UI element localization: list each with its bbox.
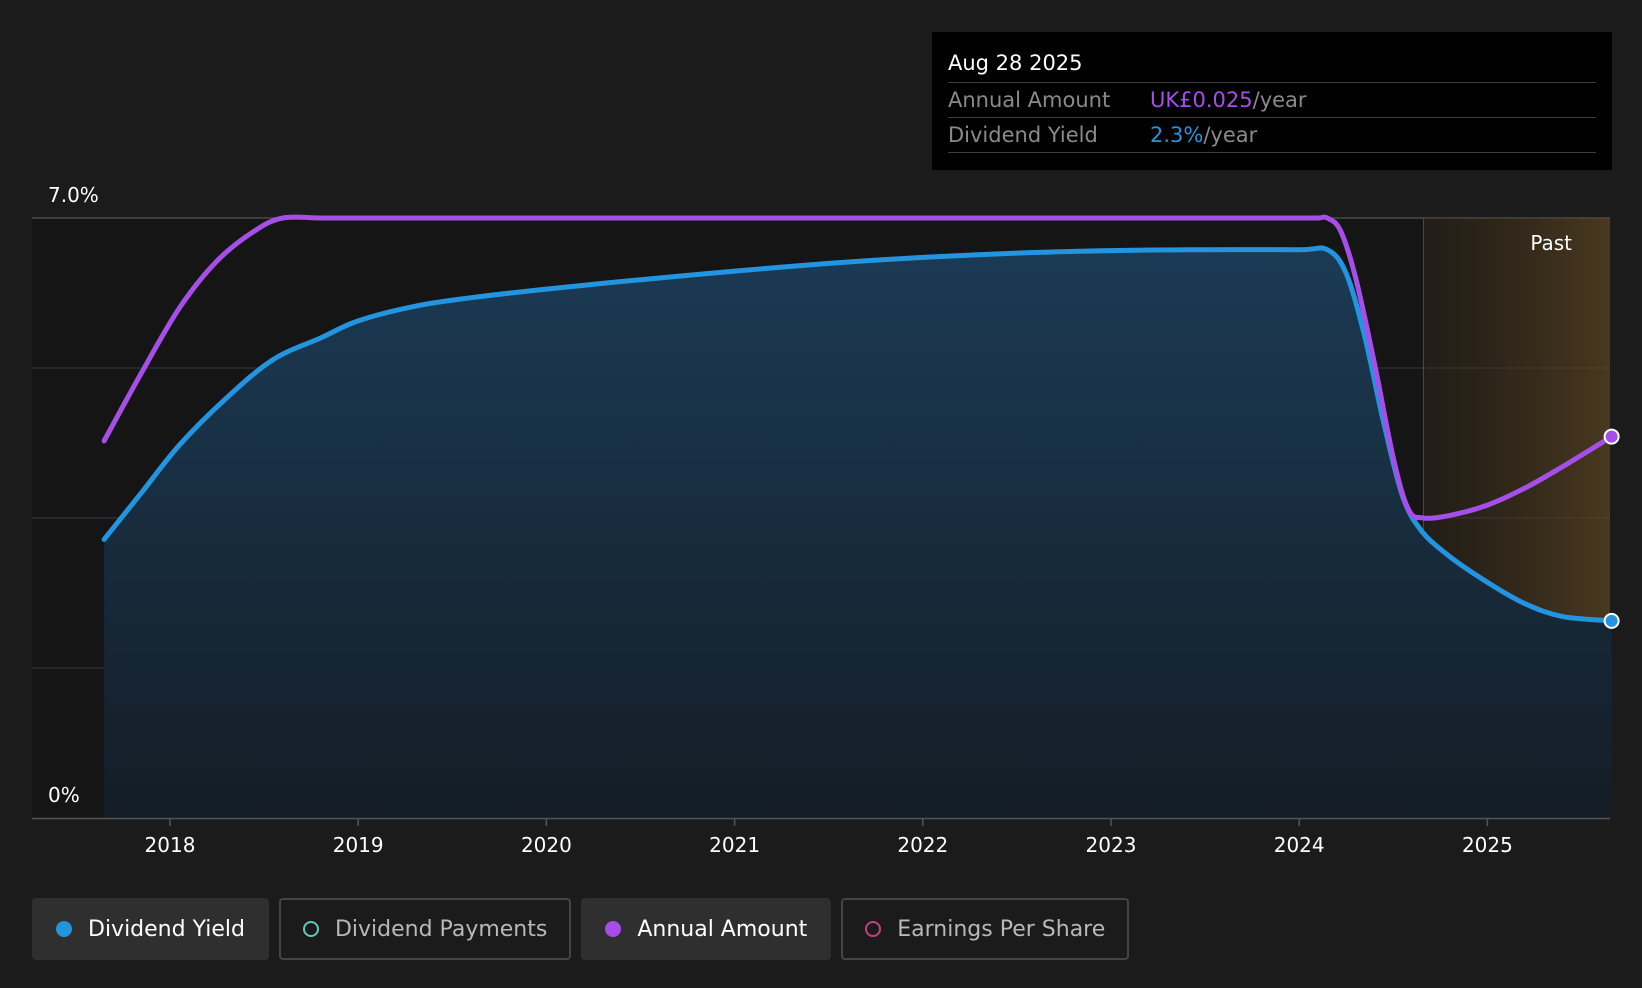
- x-tick-label: 2018: [145, 833, 196, 857]
- tooltip-value: 2.3%: [1150, 123, 1204, 147]
- chart-tooltip: Aug 28 2025 Annual Amount UK£0.025/year D…: [932, 32, 1612, 170]
- annual-amount-end-marker: [1603, 428, 1620, 445]
- tooltip-label: Dividend Yield: [948, 123, 1098, 147]
- legend-dot-icon: [865, 921, 882, 937]
- legend-label: Annual Amount: [637, 916, 808, 942]
- legend-item-dividend-yield[interactable]: Dividend Yield: [32, 898, 269, 960]
- dividend-yield-end-marker: [1603, 612, 1620, 629]
- tooltip-label: Annual Amount: [948, 88, 1111, 112]
- legend-dot-icon: [56, 921, 72, 937]
- legend-dot-icon: [605, 921, 622, 937]
- legend-item-earnings-per-share[interactable]: Earnings Per Share: [841, 898, 1130, 960]
- legend-item-dividend-payments[interactable]: Dividend Payments: [278, 898, 572, 960]
- legend-label: Earnings Per Share: [897, 916, 1106, 942]
- y-axis-min-label: 0%: [48, 783, 80, 807]
- legend-label: Dividend Payments: [334, 916, 548, 942]
- x-tick-label: 2022: [897, 833, 948, 857]
- x-tick-label: 2023: [1086, 833, 1137, 857]
- tooltip-date: Aug 28 2025: [948, 48, 1596, 83]
- tooltip-unit: /year: [1252, 88, 1307, 112]
- chart-legend: Dividend Yield Dividend Payments Annual …: [32, 898, 1130, 960]
- y-axis-max-label: 7.0%: [48, 183, 99, 207]
- x-tick-label: 2019: [333, 833, 384, 857]
- x-tick-label: 2025: [1462, 833, 1513, 857]
- x-tick-label: 2020: [521, 833, 572, 857]
- x-tick-label: 2024: [1274, 833, 1325, 857]
- tooltip-row-annual-amount: Annual Amount UK£0.025/year: [948, 83, 1596, 118]
- x-axis: 2018 2019 2020 2021 2022 2023 2024 2025: [145, 818, 1513, 857]
- tooltip-value: UK£0.025: [1150, 88, 1253, 112]
- tooltip-row-dividend-yield: Dividend Yield 2.3%/year: [948, 118, 1596, 153]
- x-tick-label: 2021: [709, 833, 760, 857]
- past-label: Past: [1530, 231, 1572, 255]
- legend-item-annual-amount[interactable]: Annual Amount: [581, 898, 832, 960]
- legend-label: Dividend Yield: [88, 916, 245, 942]
- legend-dot-icon: [302, 921, 319, 937]
- tooltip-unit: /year: [1203, 123, 1258, 147]
